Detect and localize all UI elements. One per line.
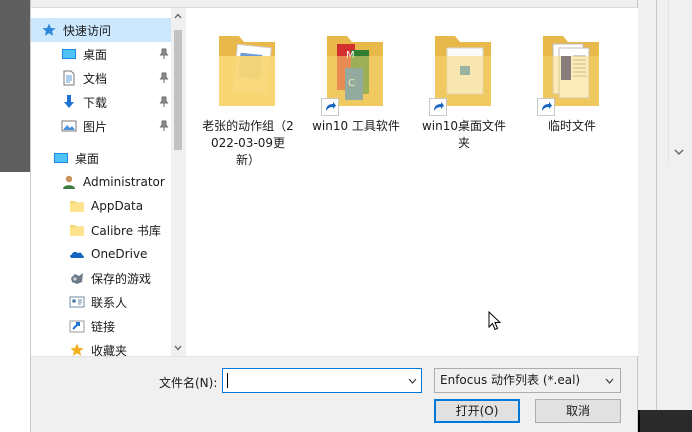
folder-shortcut-item[interactable]: win10桌面文件夹 xyxy=(418,26,510,152)
nav-item-label: Calibre 书库 xyxy=(91,223,161,238)
nav-item-label: 保存的游戏 xyxy=(91,271,152,286)
shortcut-arrow-icon xyxy=(429,98,447,116)
file-list-pane: 老张的动作组（2022-03-09更新） M C win10 工具软件 xyxy=(186,8,638,356)
nav-item-label: 桌面 xyxy=(83,47,108,62)
folder-shortcut-item[interactable]: 临时文件 xyxy=(526,26,618,135)
dialog-title-bar xyxy=(31,0,637,8)
open-button[interactable]: 打开(O) xyxy=(434,399,520,423)
nav-scrollbar[interactable] xyxy=(171,8,185,356)
chevron-down-icon[interactable] xyxy=(674,148,684,156)
filename-input[interactable] xyxy=(222,368,422,393)
pin-icon[interactable] xyxy=(159,96,169,108)
text-caret xyxy=(227,373,228,388)
nav-item-documents[interactable]: 文档 xyxy=(31,66,171,90)
nav-item-label: Administrator xyxy=(83,175,165,189)
nav-scrollbar-thumb[interactable] xyxy=(174,30,182,150)
nav-item-favorites[interactable]: 收藏夹 xyxy=(31,338,171,356)
filename-label: 文件名(N): xyxy=(159,376,218,390)
nav-item-label: 下载 xyxy=(83,95,108,110)
chevron-up-icon[interactable] xyxy=(174,12,182,20)
nav-item-downloads[interactable]: 下载 xyxy=(31,90,171,114)
nav-item-label: 链接 xyxy=(91,319,116,334)
folder-icon xyxy=(70,225,84,236)
nav-item-pictures[interactable]: 图片 xyxy=(31,114,171,138)
folder-item-label: 临时文件 xyxy=(547,119,596,133)
nav-item-label: AppData xyxy=(91,199,144,213)
mouse-cursor-icon xyxy=(488,311,502,331)
nav-item-links[interactable]: 链接 xyxy=(31,314,171,338)
favorites-icon xyxy=(70,343,84,356)
nav-item-label: 图片 xyxy=(83,119,108,134)
folder-item-label: win10 工具软件 xyxy=(312,119,400,133)
pin-icon[interactable] xyxy=(159,72,169,84)
star-icon xyxy=(42,23,56,36)
shortcut-arrow-icon xyxy=(537,98,555,116)
shortcut-arrow-icon xyxy=(321,98,339,116)
folder-icon xyxy=(219,36,275,106)
desktop-icon xyxy=(54,153,68,163)
desktop-icon xyxy=(62,49,76,59)
nav-item-label: 桌面 xyxy=(75,151,100,166)
nav-item-saved-games[interactable]: 保存的游戏 xyxy=(31,266,171,290)
nav-item-label: 文档 xyxy=(83,71,108,86)
pictures-icon xyxy=(61,120,77,132)
nav-item-label: 联系人 xyxy=(91,295,128,310)
download-icon xyxy=(64,95,74,108)
folder-item-label: win10桌面文件夹 xyxy=(421,119,507,150)
pin-icon[interactable] xyxy=(159,48,169,60)
chevron-down-icon[interactable] xyxy=(408,378,417,384)
filetype-value: Enfocus 动作列表 (*.eal) xyxy=(440,373,581,387)
folder-icon xyxy=(70,201,84,212)
background-divider xyxy=(656,0,657,410)
folder-item-label: 老张的动作组（2022-03-09更新） xyxy=(202,119,294,167)
filetype-select[interactable]: Enfocus 动作列表 (*.eal) xyxy=(434,368,621,393)
chevron-down-icon[interactable] xyxy=(605,378,614,384)
onedrive-icon xyxy=(70,251,84,258)
cancel-button[interactable]: 取消 xyxy=(535,399,621,423)
nav-item-appdata[interactable]: AppData xyxy=(31,194,171,218)
background-window-bottom xyxy=(640,410,692,432)
folder-shortcut-item[interactable]: M C win10 工具软件 xyxy=(310,26,402,135)
nav-item-label: 收藏夹 xyxy=(91,343,128,357)
background-window-left xyxy=(0,0,30,172)
nav-item-contacts[interactable]: 联系人 xyxy=(31,290,171,314)
background-window-left-lower xyxy=(0,172,30,432)
nav-item-desktop-pinned[interactable]: 桌面 xyxy=(31,42,171,66)
nav-item-label: 快速访问 xyxy=(63,23,112,38)
nav-item-quick-access[interactable]: 快速访问 xyxy=(31,18,171,42)
folder-item[interactable]: 老张的动作组（2022-03-09更新） xyxy=(202,26,294,169)
navigation-pane: 快速访问 桌面 文档 下载 图片 桌面 Administrator AppDat… xyxy=(31,8,185,356)
contacts-icon xyxy=(69,296,85,308)
nav-item-onedrive[interactable]: OneDrive xyxy=(31,242,171,266)
pin-icon[interactable] xyxy=(159,120,169,132)
nav-item-label: OneDrive xyxy=(91,247,148,261)
nav-item-administrator[interactable]: Administrator xyxy=(31,170,171,194)
nav-item-calibre-library[interactable]: Calibre 书库 xyxy=(31,218,171,242)
nav-item-desktop[interactable]: 桌面 xyxy=(31,146,171,170)
links-icon xyxy=(69,320,85,333)
chevron-down-icon[interactable] xyxy=(174,344,182,352)
dialog-footer: 文件名(N): Enfocus 动作列表 (*.eal) 打开(O) 取消 xyxy=(31,356,637,432)
saved-games-icon xyxy=(71,273,83,284)
document-icon xyxy=(63,70,75,86)
open-file-dialog: 快速访问 桌面 文档 下载 图片 桌面 Administrator AppDat… xyxy=(30,0,638,432)
user-icon xyxy=(63,175,75,189)
background-scrollbar[interactable] xyxy=(668,0,688,162)
